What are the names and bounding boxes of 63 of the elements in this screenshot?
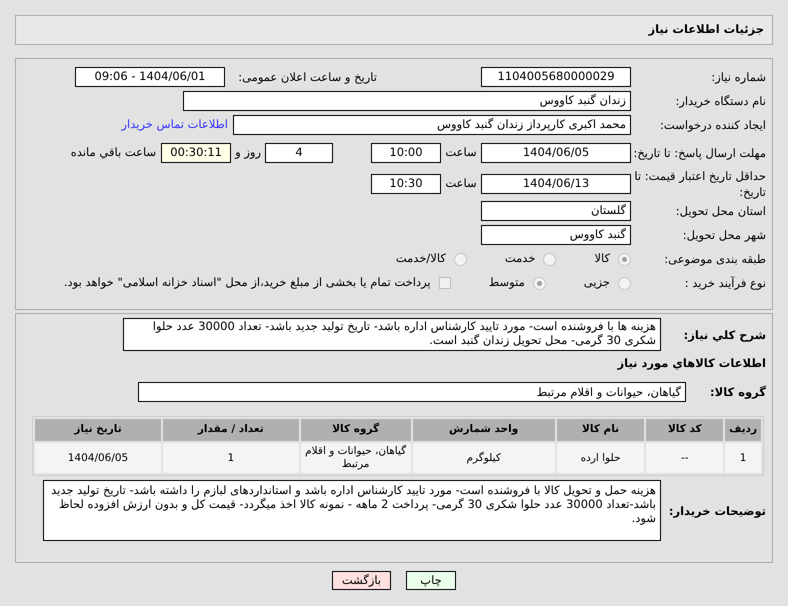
field-label: نام دستگاه خریدار: [674,93,766,109]
radio-label: خدمت [504,250,536,268]
text-field[interactable]: 4 [265,143,333,163]
radio-button[interactable] [454,252,467,266]
field-label: استان محل تحویل: [674,203,766,219]
text-field[interactable]: 1104005680000029 [481,67,631,87]
text-field[interactable]: گیاهان، حیوانات و اقلام مرتبط [138,382,686,402]
column-header: تاریخ نیاز [35,419,161,442]
checkbox[interactable] [438,277,451,289]
text-field[interactable]: محمد اکبری کارپرداز زندان گنبد کاووس [233,115,631,135]
field-label: طبقه بندی موضوعی: [663,251,766,267]
countdown-field[interactable]: 00:30:11 [161,143,232,163]
radio-label: جزیی [584,274,610,292]
label-text: ساعت باقي مانده [70,144,158,162]
radio-label: کالا/خدمت [396,250,446,268]
text-field[interactable]: زندان گنبد کاووس [183,91,631,111]
label-text: ساعت [444,144,478,162]
back-button[interactable]: بازگشت [332,571,391,590]
text-field[interactable]: 10:30 [371,174,441,194]
radio-button[interactable] [532,276,546,290]
radio-button[interactable] [618,252,631,266]
label-text: روز و [234,144,262,162]
text-field[interactable]: 1404/06/01 - 09:06 [75,67,225,87]
radio-label: متوسط [488,274,525,292]
radio-button[interactable] [543,252,556,266]
label-text: ساعت [444,175,478,192]
checkbox-label: پرداخت تمام یا بخشی از مبلغ خرید،از محل "اسناد خزانه اسلامی" خواهد بود. [64,274,431,292]
field-label: توضیحات خریدار: [668,502,766,519]
field-label: حداقل تاریخ اعتبار قیمت: تا تاریخ: [633,168,766,200]
print-button[interactable]: چاپ [406,571,456,590]
column-header: ردیف [725,419,761,442]
field-label: نوع فرآیند خرید : [684,275,766,291]
field-label: شماره نیاز: [710,69,766,85]
column-header: گروه کالا [300,419,411,442]
text-field[interactable]: 1404/06/05 [481,143,631,163]
text-field[interactable]: گلستان [481,201,631,221]
field-label: شرح کلي نیاز: [682,326,766,342]
column-header: واحد شمارش [412,419,555,442]
description-textarea[interactable]: هزینه ها با فروشنده است- مورد تایید کارشناس اداره باشد- تاریخ تولید جدید باشد- تعداد 30000 عدد حلوا شکری 30 گرمی- محل تحویل زندان گنبد است. [123,318,661,351]
text-field[interactable]: 10:00 [371,143,441,163]
table-cell: 1 [725,443,761,474]
field-label: ایجاد کننده درخواست: [659,117,766,133]
table-cell: کیلوگرم [412,443,555,474]
table-cell: گیاهان، حیوانات و اقلام مرتبط [300,443,411,474]
radio-label: کالا [594,250,610,268]
text-field[interactable]: 1404/06/13 [481,174,631,194]
text-field[interactable]: گنبد کاووس [481,225,631,245]
buyer-contact-link[interactable]: اطلاعات تماس خریدار [121,116,228,134]
table-cell: حلوا ارده [556,443,644,474]
field-label: شهر محل تحویل: [682,227,766,243]
column-header: نام کالا [556,419,644,442]
section-heading: اطلاعات کالاهاي مورد نیاز [616,355,766,372]
field-label: مهلت ارسال پاسخ: تا تاریخ: [632,145,766,161]
field-label: گروه کالا: [709,384,766,400]
field-label: تاریخ و ساعت اعلان عمومی: [237,69,377,85]
column-header: کد کالا [646,419,724,442]
table-cell: -- [646,443,724,474]
column-header: تعداد / مقدار [162,419,299,442]
table-cell: 1 [162,443,299,474]
radio-button[interactable] [618,276,631,290]
notes-textarea[interactable]: هزینه حمل و تحویل کالا با فروشنده است- مورد تایید کارشناس اداره باشد و استانداردهای لبازم را داشته باشد- تاریخ تولید جدید باشد-تعداد 30000 عدد حلوا شکری 30 گرمی- پرداخت 2 ماهه - نمونه کالا اخذ میگردد- قیمت کل و بدون ارزش افزوده لحاظ شود. [43,480,661,542]
table-cell: 1404/06/05 [35,443,161,474]
page-title: جزئیات اطلاعات نیاز [648,21,764,38]
